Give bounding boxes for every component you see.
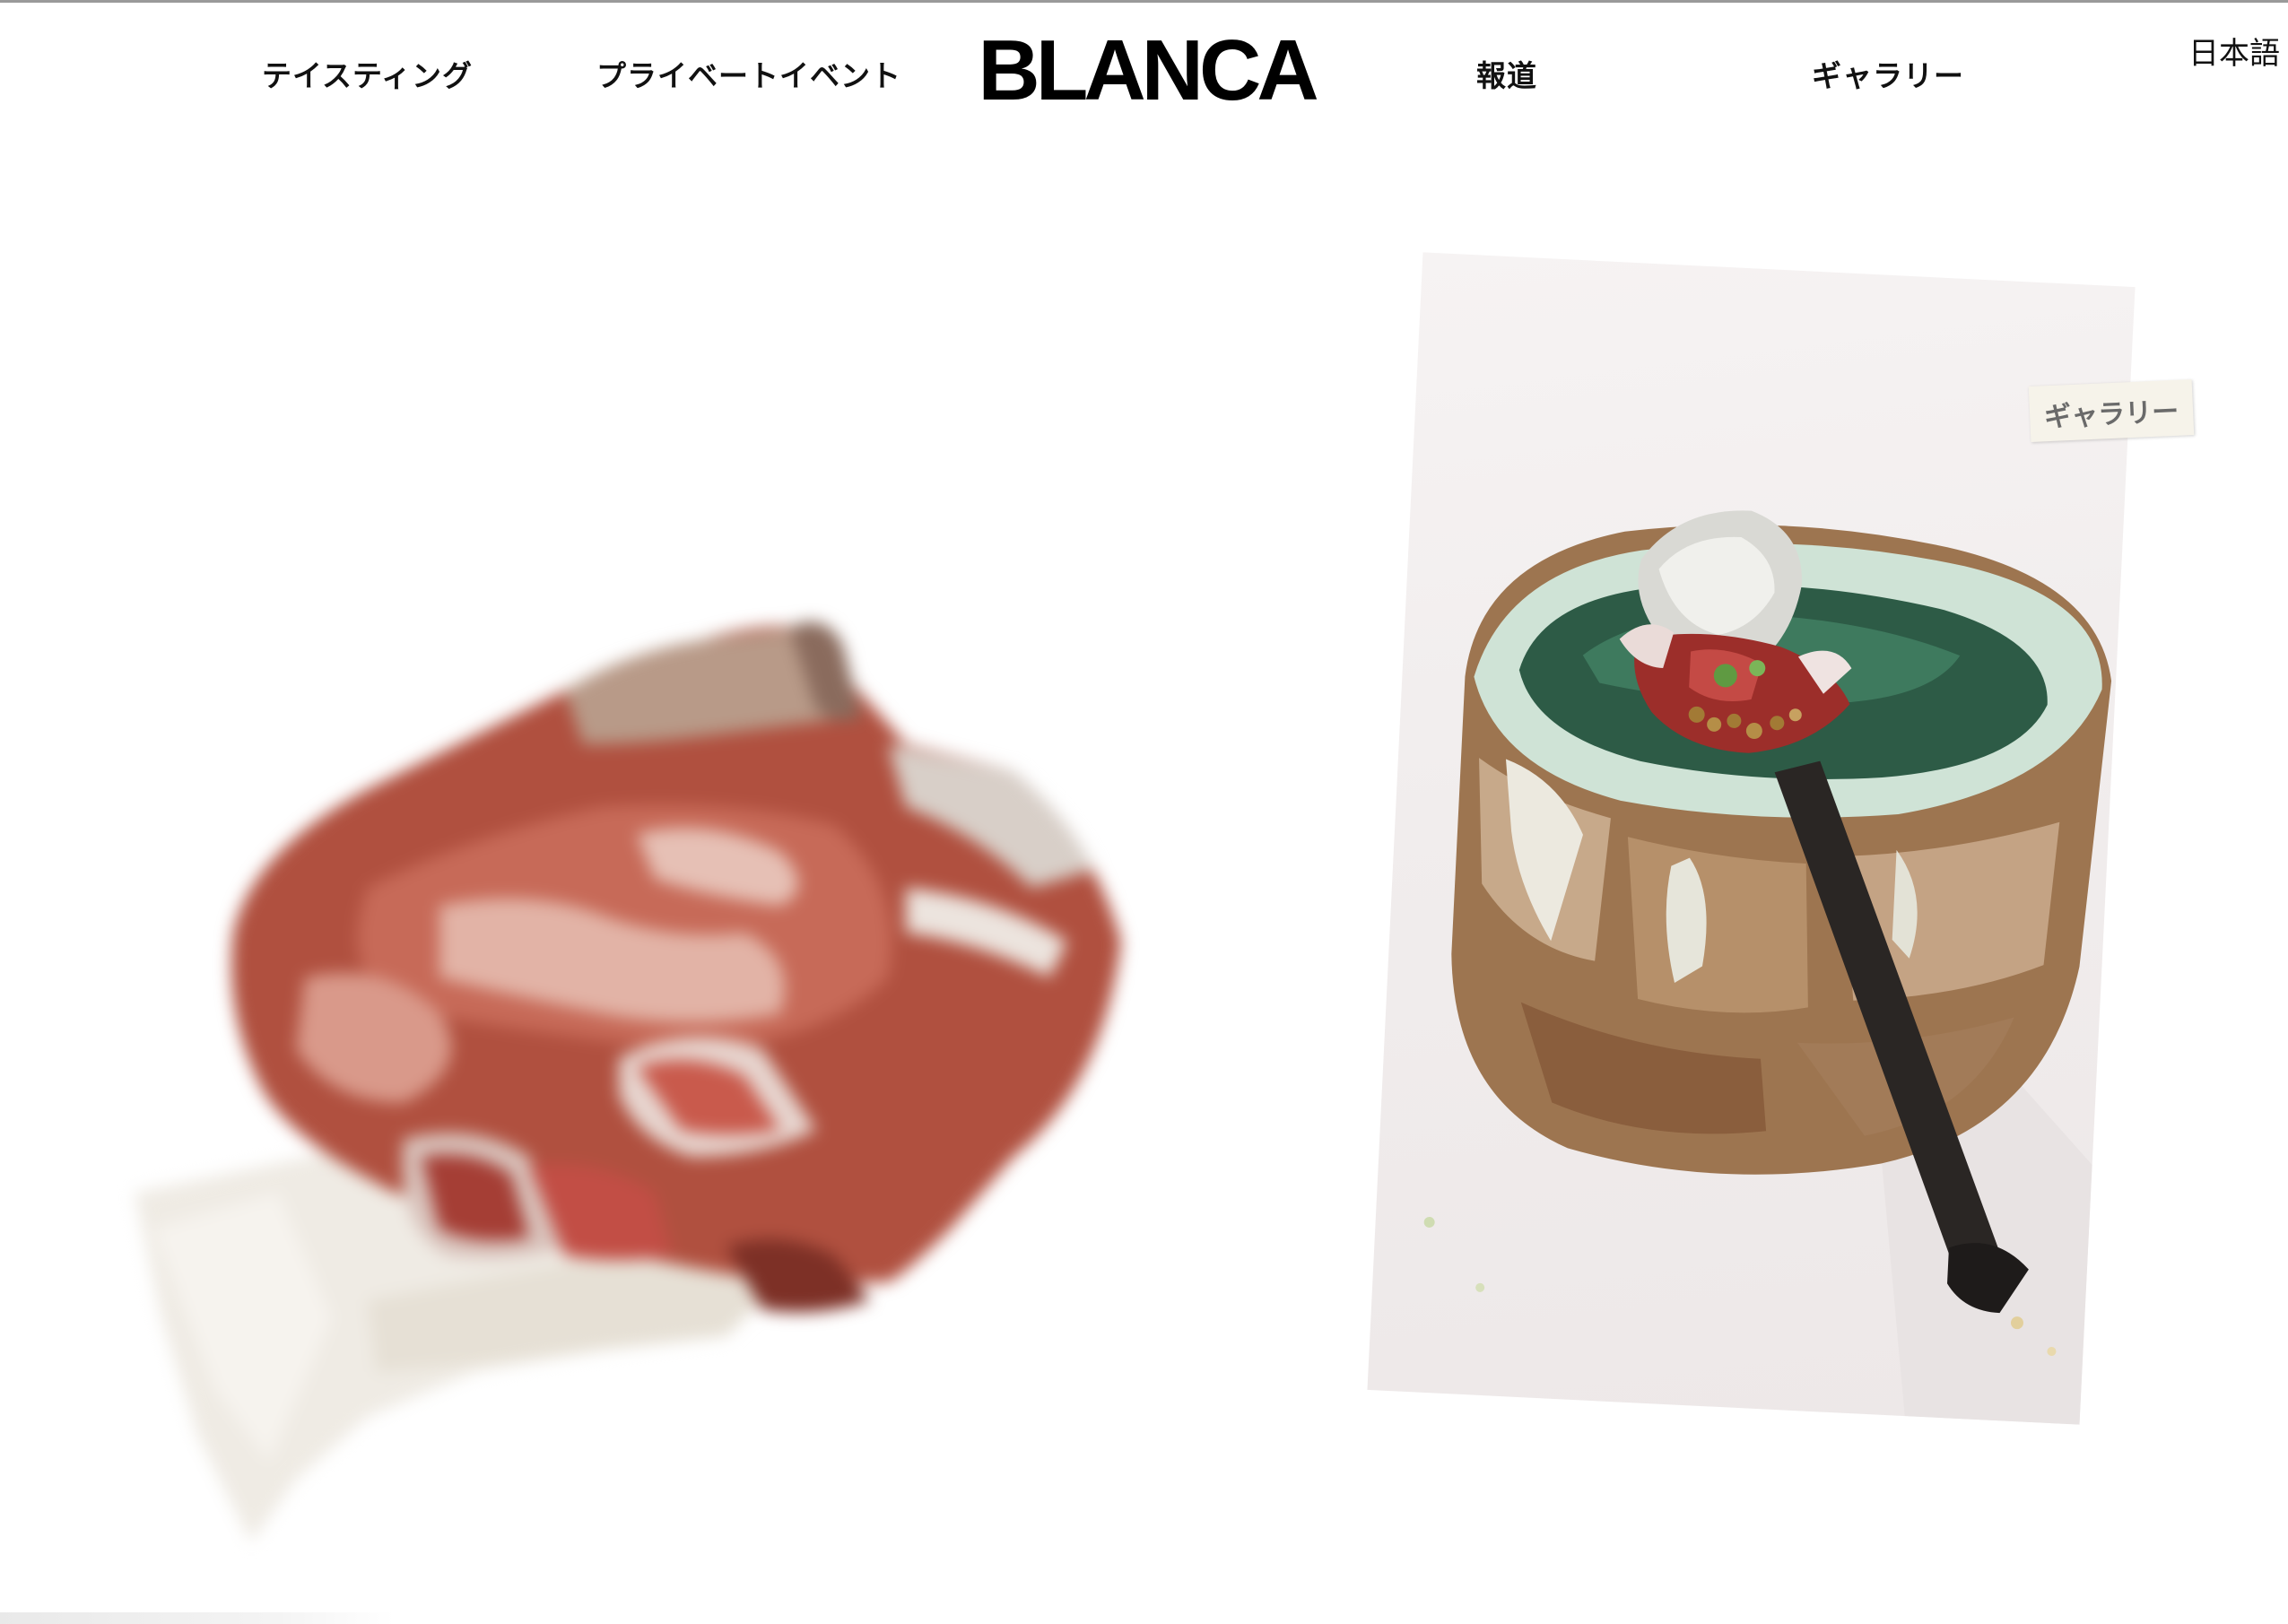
- site-logo[interactable]: BLANCA: [978, 28, 1318, 114]
- nav-link-gallery[interactable]: ギャラリー: [1812, 52, 1964, 95]
- language-switcher[interactable]: 日本語: [2188, 29, 2280, 73]
- hero-image-meat: [99, 511, 1148, 1587]
- nav-link-tasting[interactable]: テイスティング: [262, 52, 473, 95]
- top-border-line: [0, 0, 2288, 3]
- nav-link-private-events[interactable]: プライベートイベント: [596, 52, 901, 95]
- nav-link-press[interactable]: 報道: [1476, 52, 1537, 95]
- gallery-tag-label[interactable]: ギャラリー: [2028, 379, 2195, 442]
- hero-image-bowl[interactable]: [1367, 252, 2136, 1425]
- bottom-edge-scrap: [0, 1612, 395, 1624]
